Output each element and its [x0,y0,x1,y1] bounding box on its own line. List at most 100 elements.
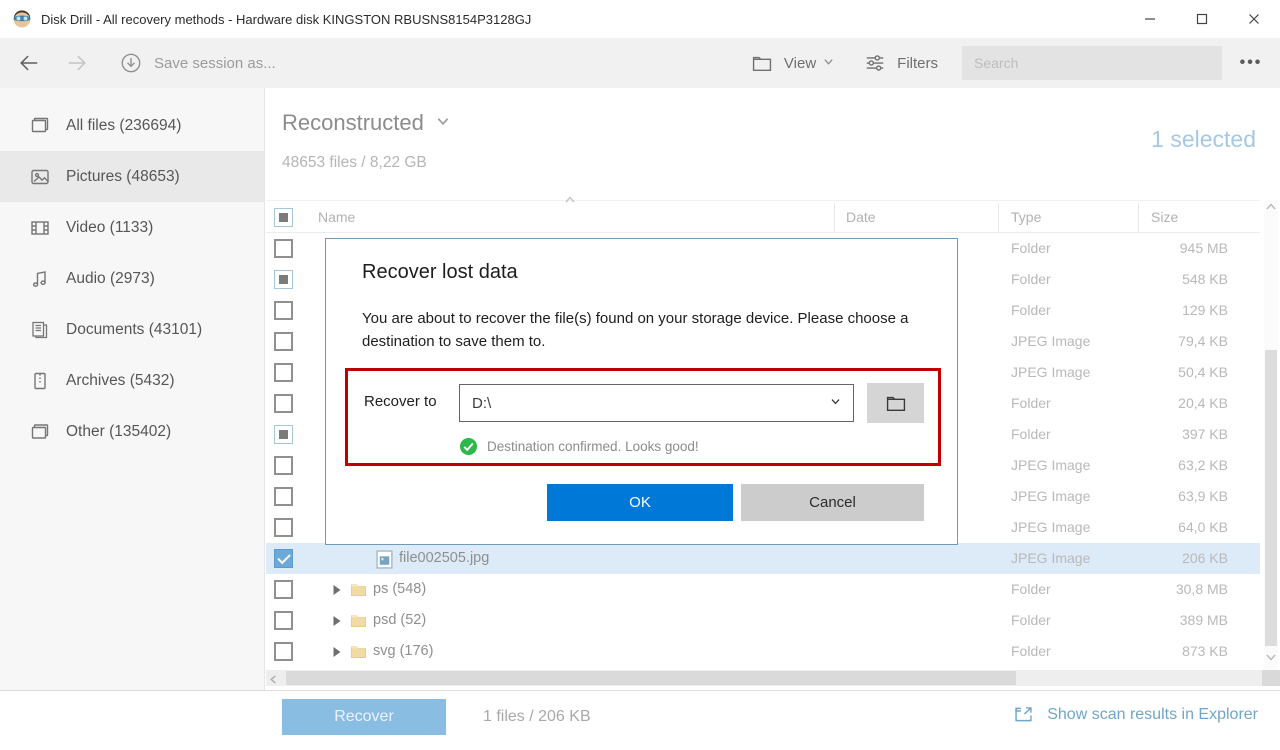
row-checkbox[interactable] [274,332,293,351]
save-session-button[interactable]: Save session as... [120,52,276,74]
row-checkbox[interactable] [274,239,293,258]
show-in-explorer-link[interactable]: Show scan results in Explorer [1013,704,1258,725]
destination-select[interactable]: D:\ [459,384,854,422]
column-header-size[interactable]: Size [1151,209,1178,225]
close-button[interactable] [1228,0,1280,38]
file-type: Folder [1011,395,1051,411]
table-row[interactable]: psd (52) Folder 389 MB [266,605,1260,636]
file-size: 30,8 MB [1175,581,1228,597]
column-header-name[interactable]: Name [318,209,355,225]
view-dropdown[interactable]: View [751,52,834,74]
ok-button[interactable]: OK [547,484,733,521]
row-checkbox[interactable] [274,456,293,475]
horizontal-scrollbar-thumb[interactable] [286,671,1016,685]
table-header: Name Date Type Size [266,196,1260,233]
sidebar-item-archives[interactable]: Archives (5432) [0,355,264,406]
row-checkbox[interactable] [274,518,293,537]
expand-icon[interactable] [332,583,342,601]
archives-icon [30,371,50,391]
files-summary: 48653 files / 8,22 GB [282,154,427,171]
maximize-button[interactable] [1176,0,1228,38]
selection-status: 1 selected [1151,126,1256,152]
file-type: Folder [1011,612,1051,628]
file-type: JPEG Image [1011,364,1091,380]
sidebar-item-audio[interactable]: Audio (2973) [0,253,264,304]
app-window: Disk Drill - All recovery methods - Hard… [0,0,1280,750]
forward-button[interactable] [66,52,88,74]
toolbar: Save session as... View Filters ••• [0,38,1280,88]
more-options-button[interactable]: ••• [1222,54,1280,72]
minimize-button[interactable] [1124,0,1176,38]
file-size: 389 MB [1179,612,1228,628]
file-type: JPEG Image [1011,488,1091,504]
row-checkbox[interactable] [274,549,293,568]
row-checkbox[interactable] [274,301,293,320]
filters-button[interactable]: Filters [864,52,938,74]
dialog-message: You are about to recover the file(s) fou… [362,310,909,351]
vertical-scrollbar-thumb[interactable] [1265,350,1277,646]
sidebar-item-label: Other (135402) [66,422,172,440]
table-row[interactable]: file002505.jpg JPEG Image 206 KB [266,543,1260,574]
row-checkbox[interactable] [274,425,293,444]
folder-icon [350,642,367,661]
sidebar-item-label: Video (1133) [66,218,154,236]
folder-view-icon [751,52,773,74]
folder-icon [350,580,367,599]
column-header-type[interactable]: Type [1011,209,1041,225]
file-type: Folder [1011,302,1051,318]
category-dropdown[interactable]: Reconstructed [282,110,450,136]
pictures-icon [30,167,50,187]
folder-icon [350,611,367,630]
column-divider [998,203,999,232]
column-header-date[interactable]: Date [846,209,876,225]
confirmation-text: Destination confirmed. Looks good! [487,439,699,454]
folder-name: svg (176) [373,643,434,659]
sidebar-item-label: Documents (43101) [66,320,203,338]
row-checkbox[interactable] [274,363,293,382]
row-checkbox[interactable] [274,580,293,599]
sidebar-item-all-files[interactable]: All files (236694) [0,100,264,151]
recover-button[interactable]: Recover [282,699,446,735]
file-type: Folder [1011,581,1051,597]
audio-icon [30,269,50,289]
vertical-scrollbar[interactable] [1264,200,1278,670]
save-session-icon [120,52,142,74]
folder-name: ps (548) [373,581,427,597]
table-row[interactable]: svg (176) Folder 873 KB [266,636,1260,667]
expand-icon[interactable] [332,645,342,663]
back-button[interactable] [18,52,40,74]
sidebar-item-documents[interactable]: Documents (43101) [0,304,264,355]
cancel-button[interactable]: Cancel [741,484,924,521]
title-bar: Disk Drill - All recovery methods - Hard… [0,0,1280,38]
row-checkbox[interactable] [274,611,293,630]
file-size: 64,0 KB [1178,519,1228,535]
chevron-down-icon [823,54,834,72]
sidebar-item-label: All files (236694) [66,116,182,134]
search-input[interactable] [962,46,1222,80]
chevron-down-icon [436,114,450,133]
sidebar-item-video[interactable]: Video (1133) [0,202,264,253]
table-row[interactable]: ps (548) Folder 30,8 MB [266,574,1260,605]
scroll-left-icon[interactable] [268,672,279,690]
file-type: Folder [1011,426,1051,442]
green-check-icon [459,437,478,456]
dialog-title: Recover lost data [362,261,518,283]
file-type: Folder [1011,271,1051,287]
row-checkbox[interactable] [274,270,293,289]
scroll-up-icon[interactable] [1265,200,1277,218]
file-type: JPEG Image [1011,550,1091,566]
sidebar-item-pictures[interactable]: Pictures (48653) [0,151,264,202]
row-checkbox[interactable] [274,642,293,661]
scroll-down-icon[interactable] [1265,650,1277,668]
select-all-checkbox[interactable] [274,208,293,227]
row-checkbox[interactable] [274,394,293,413]
sidebar-item-other[interactable]: Other (135402) [0,406,264,457]
expand-icon[interactable] [332,614,342,632]
file-type: Folder [1011,240,1051,256]
horizontal-scrollbar[interactable] [266,670,1262,686]
row-checkbox[interactable] [274,487,293,506]
file-size: 206 KB [1182,550,1228,566]
browse-folder-button[interactable] [867,383,924,423]
other-icon [30,422,50,442]
footer-bar: Recover 1 files / 206 KB Show scan resul… [0,690,1280,750]
